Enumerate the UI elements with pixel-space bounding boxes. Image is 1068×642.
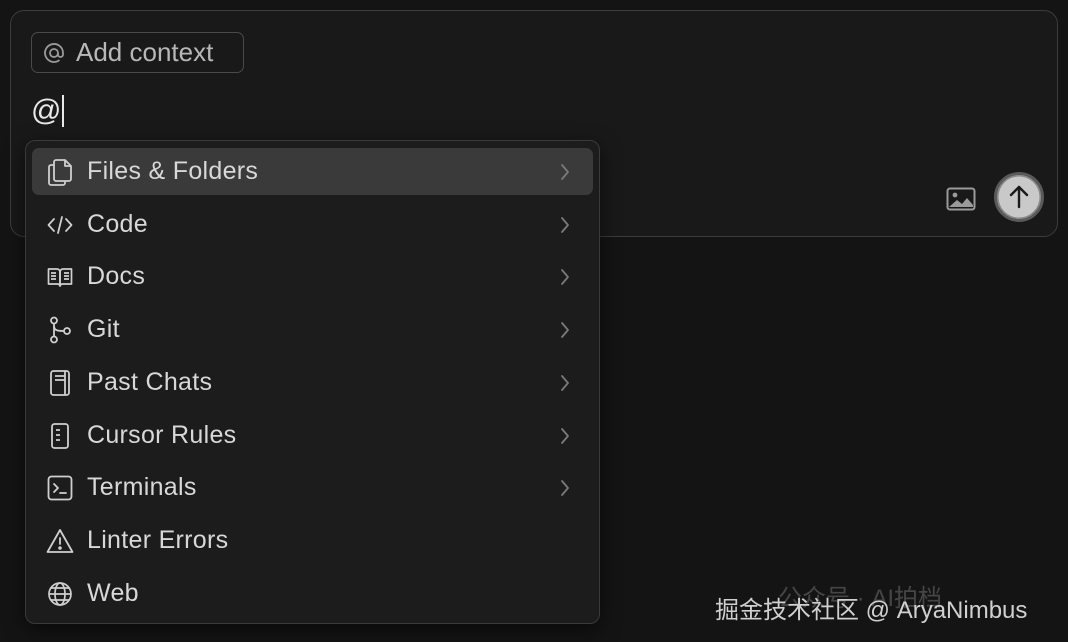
chevron-right-icon (557, 477, 573, 499)
add-context-button[interactable]: Add context (31, 32, 244, 73)
attach-image-button[interactable] (945, 183, 977, 215)
warning-icon (46, 527, 74, 555)
menu-item-label: Docs (87, 262, 146, 290)
prompt-input[interactable]: @ (31, 91, 65, 131)
globe-icon (46, 580, 74, 608)
menu-item-terminals[interactable]: Terminals (32, 464, 593, 511)
menu-item-past-chats[interactable]: Past Chats (32, 359, 593, 406)
menu-item-label: Web (87, 579, 139, 607)
menu-item-code[interactable]: Code (32, 201, 593, 248)
files-icon (46, 158, 74, 186)
add-context-label: Add context (76, 37, 214, 67)
chevron-right-icon (557, 161, 573, 183)
code-icon (46, 211, 74, 239)
chevron-right-icon (557, 266, 573, 288)
text-caret (62, 95, 65, 127)
chevron-right-icon (557, 214, 573, 236)
menu-item-web[interactable]: Web (32, 570, 593, 617)
menu-item-cursor-rules[interactable]: Cursor Rules (32, 412, 593, 459)
at-sign-icon (42, 41, 66, 65)
image-icon (946, 187, 976, 211)
menu-item-label: Past Chats (87, 368, 213, 396)
book-icon (46, 263, 74, 291)
menu-item-label: Linter Errors (87, 526, 229, 554)
menu-item-label: Git (87, 315, 120, 343)
menu-item-linter-errors[interactable]: Linter Errors (32, 517, 593, 564)
arrow-up-icon (1009, 185, 1029, 209)
menu-item-label: Terminals (87, 473, 197, 501)
menu-item-label: Cursor Rules (87, 421, 237, 449)
send-button[interactable] (994, 172, 1044, 222)
notebook-icon (46, 369, 74, 397)
watermark: 掘金技术社区 @ AryaNimbus (715, 597, 1028, 624)
chevron-right-icon (557, 425, 573, 447)
rules-icon (46, 422, 74, 450)
context-menu: Files & Folders Code Docs Git Past Chats Curs… (25, 140, 600, 624)
git-branch-icon (46, 316, 74, 344)
chevron-right-icon (557, 319, 573, 341)
menu-item-label: Code (87, 210, 148, 238)
prompt-text: @ (31, 94, 62, 127)
menu-item-docs[interactable]: Docs (32, 253, 593, 300)
chevron-right-icon (557, 372, 573, 394)
menu-item-files-folders[interactable]: Files & Folders (32, 148, 593, 195)
menu-item-git[interactable]: Git (32, 306, 593, 353)
terminal-icon (46, 474, 74, 502)
menu-item-label: Files & Folders (87, 157, 259, 185)
